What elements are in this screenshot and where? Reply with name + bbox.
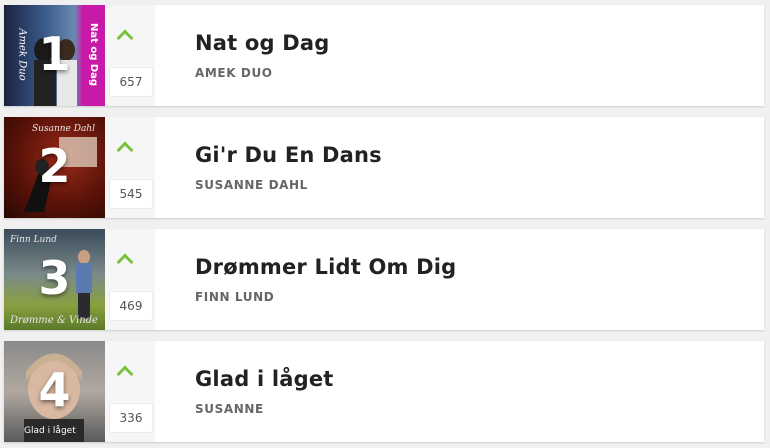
chart-entry[interactable]: Finn Lund Drømme & Vinde 3 469 Drømmer L… — [4, 229, 764, 330]
rank-number: 1 — [38, 27, 71, 81]
top-chart-list: Amek Duo Nat og Dag 1 657 Nat og Dag AME… — [0, 0, 770, 448]
song-info: Nat og Dag AMEK DUO — [155, 5, 330, 106]
rank-number: 2 — [38, 139, 71, 193]
vote-panel: 545 — [105, 117, 155, 218]
song-info: Glad i låget SUSANNE — [155, 341, 334, 442]
chart-entry[interactable]: Amek Duo Nat og Dag 1 657 Nat og Dag AME… — [4, 5, 764, 106]
artist-name[interactable]: FINN LUND — [195, 290, 456, 304]
song-title[interactable]: Gi'r Du En Dans — [195, 143, 382, 167]
rank-number: 3 — [38, 251, 71, 305]
vote-panel: 657 — [105, 5, 155, 106]
artist-name[interactable]: AMEK DUO — [195, 66, 330, 80]
cover-bottom-text: Glad i låget — [24, 426, 76, 436]
upvote-chevron-icon[interactable] — [116, 29, 134, 47]
upvote-chevron-icon[interactable] — [116, 365, 134, 383]
vote-panel: 469 — [105, 229, 155, 330]
artist-name[interactable]: SUSANNE — [195, 402, 334, 416]
song-info: Drømmer Lidt Om Dig FINN LUND — [155, 229, 456, 330]
rank-number: 4 — [38, 363, 71, 417]
song-title[interactable]: Nat og Dag — [195, 31, 330, 55]
vote-count: 336 — [109, 403, 153, 433]
upvote-chevron-icon[interactable] — [116, 141, 134, 159]
artist-name[interactable]: SUSANNE DAHL — [195, 178, 382, 192]
cover-title-text: Finn Lund — [10, 235, 57, 245]
song-title[interactable]: Drømmer Lidt Om Dig — [195, 255, 456, 279]
album-cover[interactable]: Amek Duo Nat og Dag 1 — [4, 5, 105, 106]
song-title[interactable]: Glad i låget — [195, 367, 334, 391]
vote-count: 657 — [109, 67, 153, 97]
cover-bottom-text: Drømme & Vinde — [10, 315, 98, 326]
album-cover[interactable]: Finn Lund Drømme & Vinde 3 — [4, 229, 105, 330]
vote-count: 469 — [109, 291, 153, 321]
chart-entry[interactable]: Susanne Dahl 2 545 Gi'r Du En Dans SUSAN… — [4, 117, 764, 218]
song-info: Gi'r Du En Dans SUSANNE DAHL — [155, 117, 382, 218]
cover-title-text: Susanne Dahl — [32, 124, 95, 134]
chart-entry[interactable]: Glad i låget 4 336 Glad i låget SUSANNE — [4, 341, 764, 442]
vote-panel: 336 — [105, 341, 155, 442]
album-cover[interactable]: Glad i låget 4 — [4, 341, 105, 442]
vote-count: 545 — [109, 179, 153, 209]
album-cover[interactable]: Susanne Dahl 2 — [4, 117, 105, 218]
upvote-chevron-icon[interactable] — [116, 253, 134, 271]
